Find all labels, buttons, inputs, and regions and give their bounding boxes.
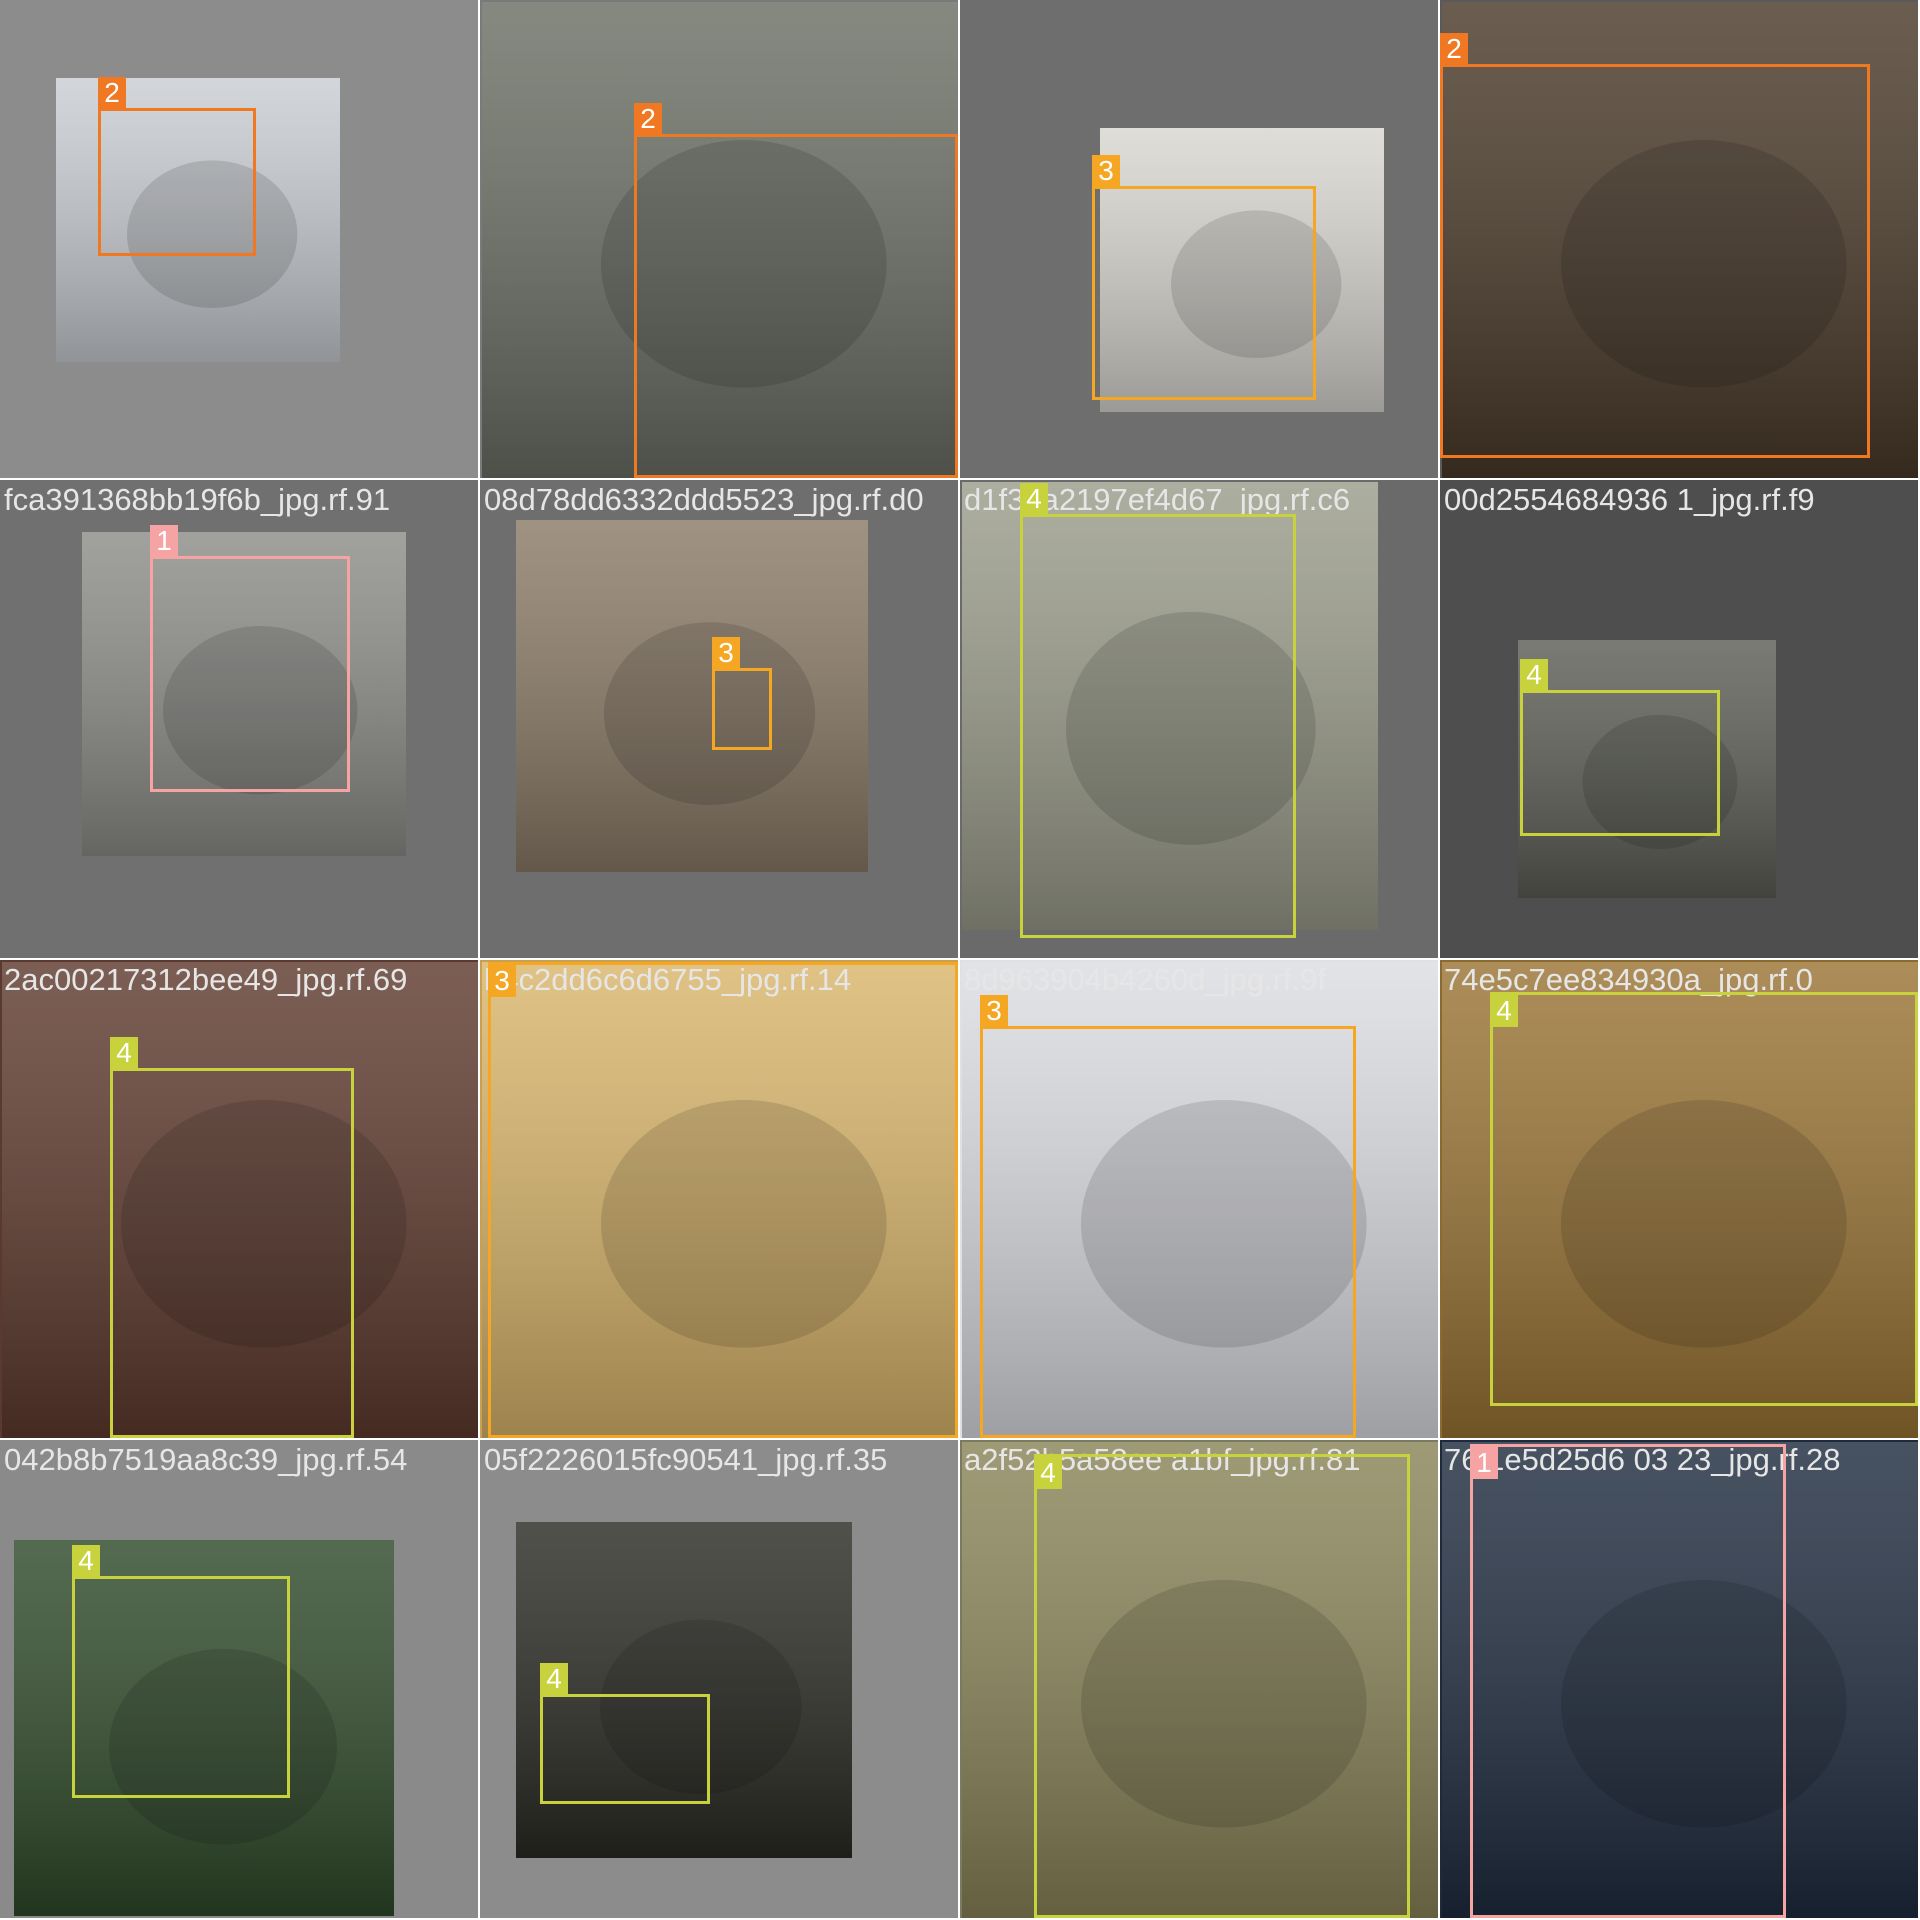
class-id-tag: 3	[980, 995, 1008, 1027]
bounding-box: 2	[98, 77, 256, 256]
mosaic-tile: 00d2554684936 1_jpg.rf.f9 4	[1440, 480, 1918, 958]
mosaic-tile: 2	[0, 0, 478, 478]
image-filename-label: 05f2226015fc90541_jpg.rf.35	[484, 1442, 888, 1477]
bounding-box: 3	[488, 962, 958, 1438]
bounding-box: 4	[540, 1663, 710, 1804]
mosaic-grid: 2 2 3 2 fca391368bb19f6b_jpg.rf.91 1 08d78dd63…	[0, 0, 1920, 1920]
class-id-tag: 2	[1440, 33, 1468, 65]
bounding-box: 4	[1490, 992, 1918, 1406]
mosaic-tile: fca391368bb19f6b_jpg.rf.91 1	[0, 480, 478, 958]
class-id-tag: 3	[488, 965, 516, 997]
bounding-box: 3	[980, 995, 1356, 1438]
class-id-tag: 4	[1020, 483, 1048, 515]
image-filename-label: 8d963904b4260d_jpg.rf.9f	[964, 962, 1326, 997]
class-id-tag: 3	[1092, 155, 1120, 187]
image-filename-label: 08d78dd6332ddd5523_jpg.rf.d0	[484, 482, 924, 517]
class-id-tag: 2	[98, 77, 126, 109]
class-id-tag: 4	[1034, 1457, 1062, 1489]
class-id-tag: 1	[1470, 1447, 1498, 1479]
image-filename-label: fca391368bb19f6b_jpg.rf.91	[4, 482, 391, 517]
class-id-tag: 4	[72, 1545, 100, 1577]
class-id-tag: 4	[1520, 659, 1548, 691]
bounding-box: 3	[1092, 155, 1316, 400]
mosaic-tile: 3	[960, 0, 1438, 478]
class-id-tag: 4	[110, 1037, 138, 1069]
mosaic-tile: 042b8b7519aa8c39_jpg.rf.54 4	[0, 1440, 478, 1918]
bounding-box: 3	[712, 637, 772, 750]
class-id-tag: 1	[150, 525, 178, 557]
sample-photo	[516, 520, 868, 872]
mosaic-tile: 76f1e5d25d6 03 23_jpg.rf.28 1	[1440, 1440, 1918, 1918]
mosaic-tile: 08d78dd6332ddd5523_jpg.rf.d0 3	[480, 480, 958, 958]
bounding-box: 4	[1034, 1454, 1410, 1918]
mosaic-tile: a2f52b5a58ee a1bf_jpg.rf.81 4	[960, 1440, 1438, 1918]
class-id-tag: 4	[540, 1663, 568, 1695]
mosaic-tile: d1f32a2197ef4d67_jpg.rf.c6 4	[960, 480, 1438, 958]
mosaic-tile: 2ac00217312bee49_jpg.rf.69 4	[0, 960, 478, 1438]
image-filename-label: 042b8b7519aa8c39_jpg.rf.54	[4, 1442, 408, 1477]
bounding-box: 2	[634, 103, 958, 478]
mosaic-tile: 74e5c7ee834930a_jpg.rf.0 4	[1440, 960, 1918, 1438]
bounding-box: 4	[1020, 483, 1296, 938]
bounding-box: 2	[1440, 33, 1870, 458]
mosaic-tile: b4c2dd6c6d6755_jpg.rf.14 3	[480, 960, 958, 1438]
bounding-box: 4	[1520, 659, 1720, 836]
mosaic-tile: 05f2226015fc90541_jpg.rf.35 4	[480, 1440, 958, 1918]
image-filename-label: 2ac00217312bee49_jpg.rf.69	[4, 962, 408, 997]
mosaic-tile: 2	[480, 0, 958, 478]
class-id-tag: 4	[1490, 995, 1518, 1027]
bounding-box: 4	[72, 1545, 290, 1798]
bounding-box: 1	[150, 525, 350, 792]
image-filename-label: 00d2554684936 1_jpg.rf.f9	[1444, 482, 1815, 517]
mosaic-tile: 8d963904b4260d_jpg.rf.9f 3	[960, 960, 1438, 1438]
bounding-box: 1	[1470, 1444, 1786, 1918]
class-id-tag: 3	[712, 637, 740, 669]
class-id-tag: 2	[634, 103, 662, 135]
bounding-box: 4	[110, 1037, 354, 1438]
mosaic-tile: 2	[1440, 0, 1918, 478]
